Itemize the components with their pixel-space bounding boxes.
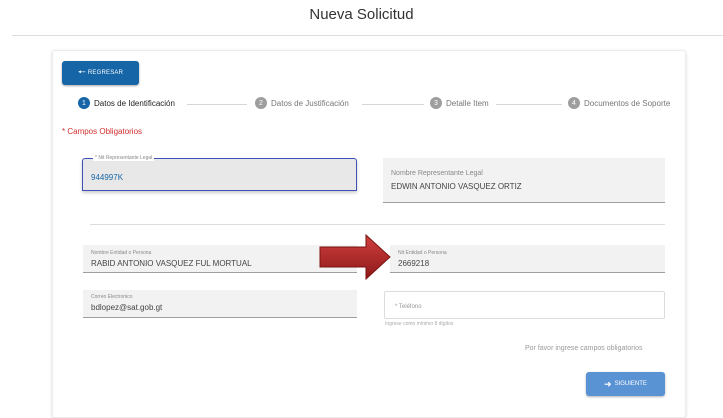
header-divider xyxy=(12,35,723,36)
step-detalle-item[interactable]: 3 Detalle Item xyxy=(430,97,489,109)
field-label: Nombre Entidad o Persona xyxy=(91,250,152,256)
nit-representante-field[interactable]: * Nit Representante Legal 944997K xyxy=(82,155,357,191)
back-button[interactable]: 🠔 REGRESAR xyxy=(62,61,139,85)
step-label: Detalle Item xyxy=(446,98,489,108)
back-button-label: REGRESAR xyxy=(87,70,124,76)
field-label: * Nit Representante Legal xyxy=(93,155,155,161)
red-arrow-annotation xyxy=(319,233,391,281)
required-fields-message: Por favor ingrese campos obligatorios xyxy=(525,345,643,352)
telefono-field[interactable]: * Teléfono xyxy=(384,291,665,319)
section-divider xyxy=(90,224,665,225)
telefono-helper-text: Ingrese como mínimo 8 dígitos xyxy=(385,321,454,327)
step-connector xyxy=(362,104,424,105)
step-identificacion[interactable]: 1 Datos de Identificación xyxy=(78,97,175,109)
field-placeholder: * Teléfono xyxy=(395,304,422,310)
page-title: Nueva Solicitud xyxy=(309,6,414,23)
step-number: 1 xyxy=(78,97,90,109)
field-value: bdlopez@sat.gob.gt xyxy=(91,303,163,312)
field-label: Correo Electronico xyxy=(91,294,133,300)
field-value: EDWIN ANTONIO VASQUEZ ORTIZ xyxy=(391,182,522,191)
field-value: RABID ANTONIO VASQUEZ FUL MORTUAL xyxy=(91,259,252,268)
step-label: Documentos de Soporte xyxy=(584,98,671,108)
arrow-left-icon: 🠔 xyxy=(77,67,86,77)
field-value: 944997K xyxy=(91,173,124,182)
step-connector xyxy=(187,104,247,105)
step-number: 2 xyxy=(255,97,267,109)
step-label: Datos de Identificación xyxy=(94,98,175,108)
nombre-entidad-field[interactable]: Nombre Entidad o Persona RABID ANTONIO V… xyxy=(83,245,357,273)
field-value: 2669218 xyxy=(398,259,430,268)
correo-field[interactable]: Correo Electronico bdlopez@sat.gob.gt xyxy=(83,290,357,318)
step-number: 4 xyxy=(568,97,580,109)
step-label: Datos de Justificación xyxy=(271,98,349,108)
required-fields-note: * Campos Obligatorios xyxy=(62,127,143,136)
field-label: Nit Entidad o Persona xyxy=(398,250,447,256)
next-button-label: SIGUIENTE xyxy=(614,381,647,387)
nit-entidad-field[interactable]: Nit Entidad o Persona 2669218 xyxy=(390,245,665,273)
arrow-right-icon: ➜ xyxy=(604,378,612,389)
step-number: 3 xyxy=(430,97,442,109)
next-button[interactable]: ➜ SIGUIENTE xyxy=(586,372,665,396)
nombre-representante-field[interactable]: Nombre Representante Legal EDWIN ANTONIO… xyxy=(383,158,665,203)
field-label: Nombre Representante Legal xyxy=(391,170,483,177)
step-justificacion[interactable]: 2 Datos de Justificación xyxy=(255,97,349,109)
step-connector xyxy=(496,104,562,105)
step-documentos[interactable]: 4 Documentos de Soporte xyxy=(568,97,670,109)
